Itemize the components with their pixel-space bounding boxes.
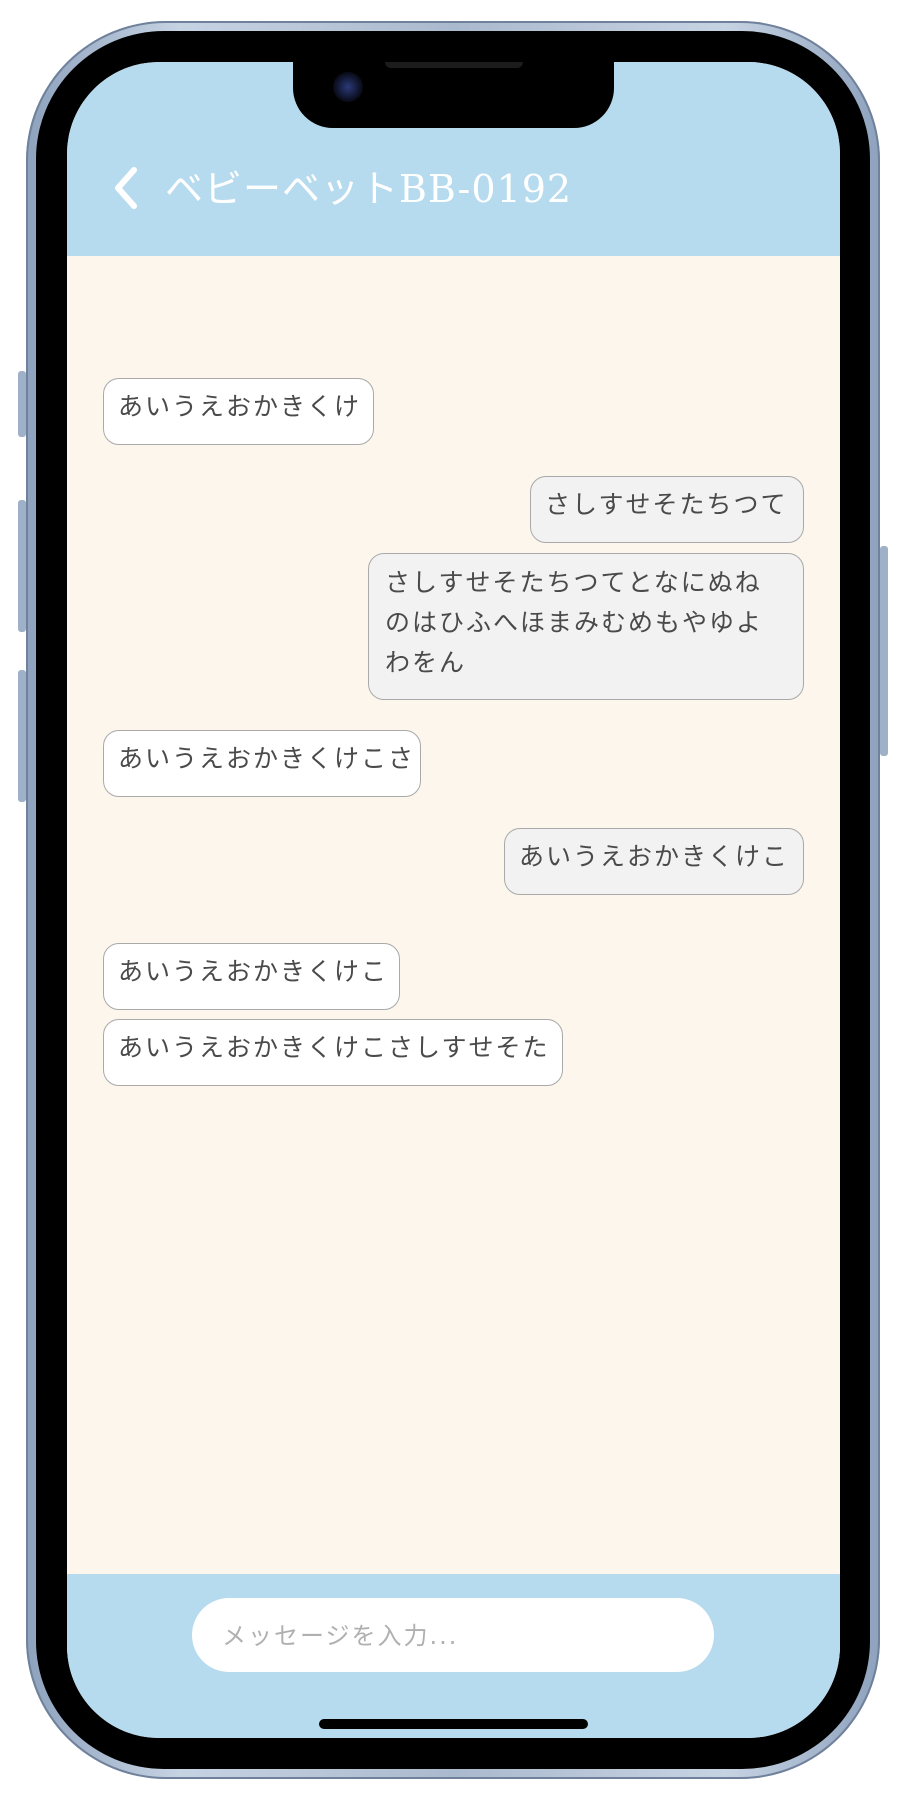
volume-up-button <box>18 500 26 632</box>
page-title: ベビーベットBB-0192 <box>165 167 573 211</box>
message-bubble-incoming: あいうえおかきくけ <box>103 378 374 445</box>
front-camera-icon <box>333 72 363 102</box>
message-bubble-incoming: あいうえおかきくけこさ <box>103 730 421 797</box>
message-input-container[interactable] <box>192 1598 714 1674</box>
message-bubble-outgoing: さしすせそたちつて <box>530 476 804 543</box>
message-bubble-outgoing: さしすせそたちつてとなにぬねのはひふへほまみむめもやゆよわをん <box>368 553 804 700</box>
camera-notch <box>293 62 614 128</box>
message-bubble-outgoing: あいうえおかきくけこ <box>504 828 804 895</box>
silent-switch <box>18 371 26 437</box>
power-button <box>880 546 888 756</box>
composer-bar <box>67 1574 840 1738</box>
back-button[interactable] <box>107 162 147 214</box>
earpiece-speaker <box>385 62 523 68</box>
message-bubble-incoming: あいうえおかきくけこさしすせそた <box>103 1019 563 1086</box>
message-list[interactable]: あいうえおかきくけ さしすせそたちつて さしすせそたちつてとなにぬねのはひふへほ… <box>67 256 840 1574</box>
phone-screen: ベビーベットBB-0192 あいうえおかきくけ さしすせそたちつて さしすせそた… <box>67 62 840 1738</box>
home-indicator[interactable] <box>319 1719 588 1729</box>
message-input[interactable] <box>220 1598 694 1674</box>
chevron-left-icon <box>115 167 137 209</box>
message-bubble-incoming: あいうえおかきくけこ <box>103 943 400 1010</box>
volume-down-button <box>18 670 26 802</box>
